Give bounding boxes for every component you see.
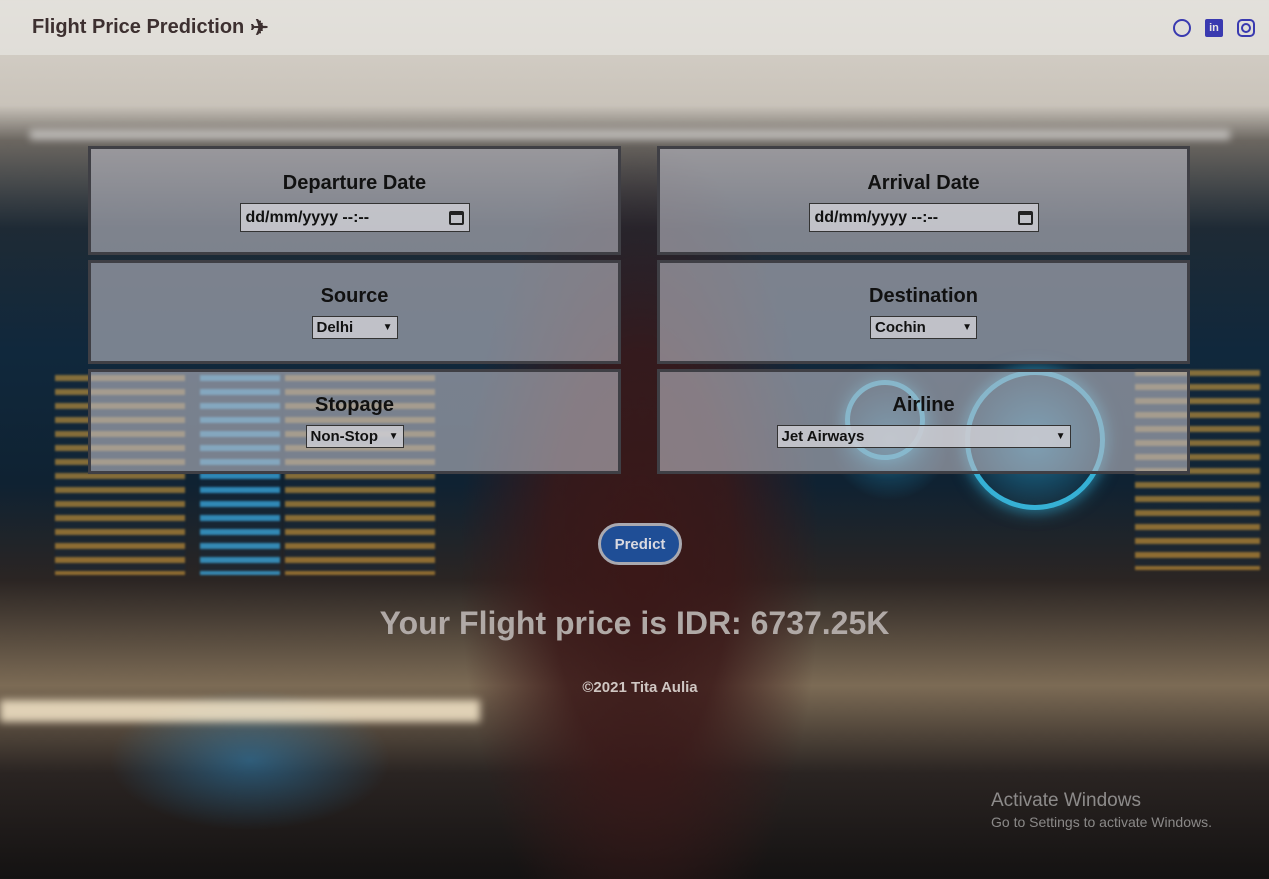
brand[interactable]: Flight Price Prediction ✈ [32, 15, 269, 41]
stopage-select[interactable]: Non-Stop ▼ [305, 425, 404, 448]
stopage-panel: Stopage Non-Stop ▼ [88, 369, 621, 474]
watermark-title: Activate Windows [991, 790, 1141, 811]
chevron-down-icon: ▼ [962, 322, 972, 333]
arrival-panel: Arrival Date dd/mm/yyyy --:-- [657, 146, 1190, 255]
instagram-icon[interactable] [1237, 18, 1255, 37]
footer-copyright: ©2021 Tita Aulia [582, 679, 698, 696]
prediction-result: Your Flight price is IDR: 6737.25K [379, 605, 890, 641]
chevron-down-icon: ▼ [1055, 431, 1066, 442]
social-links: in [1173, 18, 1255, 37]
airline-label: Airline [892, 394, 955, 416]
chevron-down-icon: ▼ [388, 431, 399, 442]
watermark-subtitle: Go to Settings to activate Windows. [991, 814, 1212, 830]
destination-panel: Destination Cochin ▼ [657, 260, 1190, 364]
source-selected: Delhi [316, 319, 354, 336]
stopage-selected: Non-Stop [310, 428, 378, 445]
github-icon[interactable] [1173, 18, 1191, 37]
calendar-icon[interactable] [1017, 210, 1033, 225]
calendar-icon[interactable] [448, 210, 464, 225]
stopage-label: Stopage [315, 394, 394, 416]
departure-panel: Departure Date dd/mm/yyyy --:-- [88, 146, 621, 255]
source-label: Source [320, 285, 389, 307]
chevron-down-icon: ▼ [382, 322, 393, 333]
linkedin-icon[interactable]: in [1205, 18, 1223, 37]
arrival-date-input[interactable]: dd/mm/yyyy --:-- [808, 203, 1039, 232]
departure-label: Departure Date [282, 172, 427, 194]
windows-activation-watermark: Activate Windows Go to Settings to activ… [991, 790, 1212, 830]
destination-select[interactable]: Cochin ▼ [870, 316, 977, 339]
source-select[interactable]: Delhi ▼ [311, 316, 398, 339]
source-panel: Source Delhi ▼ [88, 260, 621, 364]
brand-title: Flight Price Prediction [32, 16, 245, 38]
predict-button[interactable]: Predict [598, 523, 682, 565]
departure-date-value: dd/mm/yyyy --:-- [245, 208, 370, 226]
departure-date-input[interactable]: dd/mm/yyyy --:-- [239, 203, 470, 232]
airline-selected: Jet Airways [781, 428, 865, 445]
airline-panel: Airline Jet Airways ▼ [657, 369, 1190, 474]
airline-select[interactable]: Jet Airways ▼ [776, 425, 1071, 448]
airplane-icon: ✈ [250, 14, 269, 40]
destination-label: Destination [869, 285, 978, 307]
destination-selected: Cochin [875, 319, 926, 336]
arrival-label: Arrival Date [867, 172, 980, 194]
arrival-date-value: dd/mm/yyyy --:-- [814, 208, 939, 226]
navbar: Flight Price Prediction ✈ in [0, 0, 1269, 55]
